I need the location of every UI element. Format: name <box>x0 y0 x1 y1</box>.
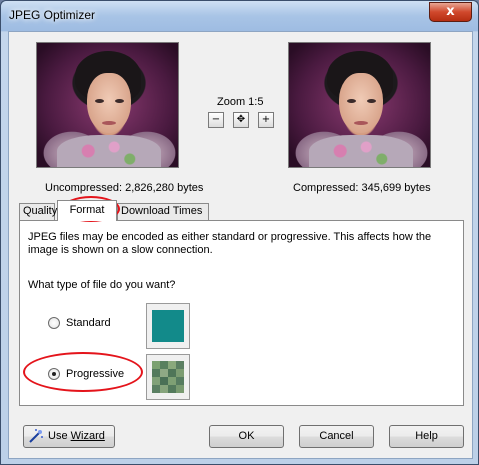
format-description: JPEG files may be encoded as either stan… <box>28 231 432 256</box>
ok-button[interactable]: OK <box>209 425 284 448</box>
progressive-radio[interactable] <box>48 368 60 380</box>
portrait-body <box>57 135 161 167</box>
use-wizard-button[interactable]: Use Wizard <box>23 425 115 448</box>
standard-label[interactable]: Standard <box>66 317 111 329</box>
tab-download-times[interactable]: Download Times <box>117 203 209 220</box>
format-tab-panel: JPEG files may be encoded as either stan… <box>19 220 464 406</box>
uncompressed-size-label: Uncompressed: 2,826,280 bytes <box>45 182 204 194</box>
pan-button[interactable]: ✥ <box>233 112 249 128</box>
progressive-preview-frame <box>146 354 190 400</box>
zoom-out-icon: − <box>211 114 221 125</box>
portrait-eye-right <box>115 99 124 103</box>
use-wizard-prefix: Use <box>48 430 71 442</box>
zoom-in-icon: + <box>261 114 271 125</box>
portrait-eye-left <box>95 99 104 103</box>
portrait-lips <box>354 121 368 125</box>
compressed-size-label: Compressed: 345,699 bytes <box>293 182 431 194</box>
pan-icon: ✥ <box>236 114 246 125</box>
standard-preview-frame <box>146 303 190 349</box>
progressive-label[interactable]: Progressive <box>66 368 124 380</box>
cancel-button[interactable]: Cancel <box>299 425 374 448</box>
close-icon: x <box>446 4 455 19</box>
tab-format[interactable]: Format <box>57 200 117 221</box>
portrait-body <box>309 135 413 167</box>
standard-radio[interactable] <box>48 317 60 329</box>
title-bar[interactable]: JPEG Optimizer x <box>1 1 478 31</box>
progressive-option[interactable]: Progressive <box>48 368 124 380</box>
use-wizard-label: Wizard <box>70 430 105 442</box>
zoom-in-button[interactable]: + <box>258 112 274 128</box>
jpeg-optimizer-window: JPEG Optimizer x Zoom 1:5 − ✥ + Uncompre… <box>0 0 479 465</box>
tab-quality[interactable]: Quality <box>19 203 57 220</box>
standard-option[interactable]: Standard <box>48 317 111 329</box>
zoom-out-button[interactable]: − <box>208 112 224 128</box>
wizard-wand-icon <box>28 428 44 444</box>
window-title: JPEG Optimizer <box>9 8 96 22</box>
portrait-lips <box>102 121 116 125</box>
compressed-preview-image[interactable] <box>288 42 431 168</box>
dialog-client-area: Zoom 1:5 − ✥ + Uncompressed: 2,826,280 b… <box>8 31 473 459</box>
zoom-label: Zoom 1:5 <box>217 96 264 108</box>
file-type-question: What type of file do you want? <box>28 279 176 291</box>
help-button[interactable]: Help <box>389 425 464 448</box>
close-button[interactable]: x <box>429 2 472 22</box>
portrait-eye-left <box>347 99 356 103</box>
progressive-preview-swatch <box>152 361 184 393</box>
standard-preview-swatch <box>152 310 184 342</box>
uncompressed-preview-image[interactable] <box>36 42 179 168</box>
portrait-eye-right <box>367 99 376 103</box>
